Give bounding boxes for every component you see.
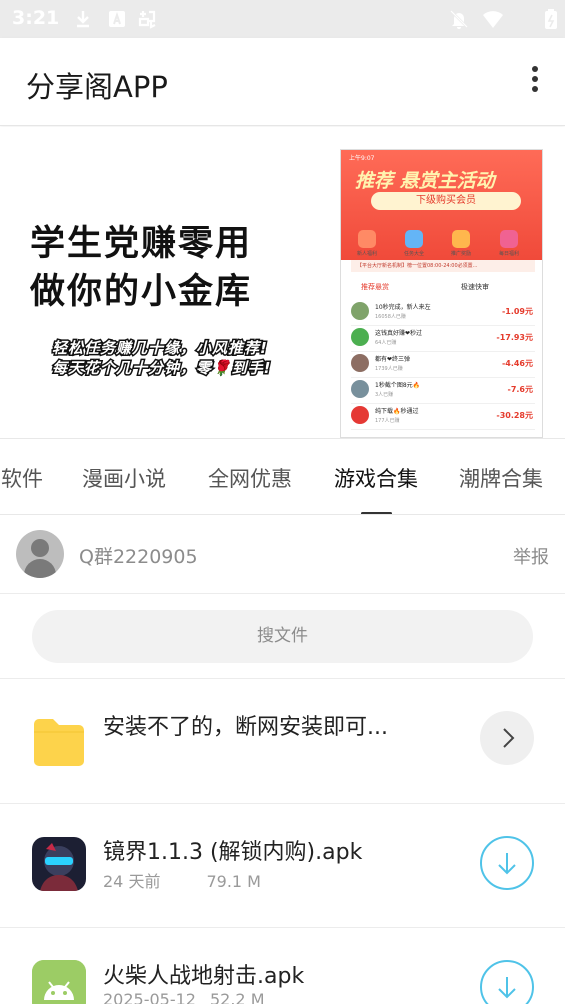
category-tabs: 软件 漫画小说 全网优惠 游戏合集 潮牌合集 bbox=[0, 438, 565, 515]
avatar[interactable] bbox=[16, 530, 64, 578]
phone-category: 每日福利 bbox=[491, 230, 527, 257]
tab-software[interactable]: 软件 bbox=[1, 463, 43, 493]
phone-tab-2: 极速快审 bbox=[461, 283, 489, 291]
file-date: 24 天前 bbox=[103, 872, 161, 891]
phone-category: 新人福利 bbox=[349, 230, 385, 257]
status-bar: 3:21 bbox=[0, 0, 565, 38]
chevron-right-icon[interactable] bbox=[480, 711, 534, 765]
download-icon[interactable] bbox=[480, 836, 534, 890]
file-title: 火柴人战地射击.apk bbox=[103, 964, 305, 989]
app-bar: 分享阁APP bbox=[0, 38, 565, 126]
file-date: 2025-05-12 bbox=[103, 990, 196, 1004]
phone-task-row: 都有❤终三弹 1739人已赚 -4.46元 bbox=[351, 352, 535, 378]
phone-promo-title: 推荐 悬赏主活动 bbox=[355, 170, 495, 192]
phone-time: 上午9:07 bbox=[349, 155, 375, 162]
uploader-name[interactable]: Q群2220905 bbox=[79, 542, 198, 569]
ghost-icon bbox=[136, 8, 162, 30]
phone-tabs: 推荐悬赏 极速快审 bbox=[351, 282, 535, 296]
uploader-row: Q群2220905 举报 bbox=[0, 515, 565, 594]
folder-row[interactable]: 安装不了的，断网安装即可... bbox=[0, 679, 565, 804]
phone-task-row: 纯下载🔥秒通过 177人已赚 -30.28元 bbox=[351, 404, 535, 430]
file-meta: 24 天前 79.1 M bbox=[103, 868, 261, 892]
phone-tab-1: 推荐悬赏 bbox=[361, 283, 389, 291]
status-time: 3:21 bbox=[12, 7, 60, 29]
banner-subline-2: 每天花个几十分钟，零🌹到手! bbox=[51, 358, 273, 379]
phone-task-row: 这钱真好赚❤秒过 64人已赚 -17.93元 bbox=[351, 326, 535, 352]
phone-notice: 【平台大厅新名机制】榜一位置08:00-24:00必须置... bbox=[351, 260, 535, 272]
download-icon bbox=[72, 8, 94, 30]
banner-subline-1: 轻松任务赚几十缘，小风推荐! bbox=[51, 338, 269, 359]
search-area: 搜文件 bbox=[0, 594, 565, 679]
file-row[interactable]: 镜界1.1.3 (解锁内购).apk 24 天前 79.1 M bbox=[0, 804, 565, 928]
file-size: 79.1 M bbox=[206, 872, 261, 891]
file-size: 52.2 M bbox=[209, 990, 265, 1004]
phone-vip-strip: 下级购买会员 bbox=[371, 192, 521, 210]
app-title: 分享阁APP bbox=[26, 70, 168, 104]
bell-off-icon bbox=[448, 8, 470, 30]
tab-comics-novels[interactable]: 漫画小说 bbox=[82, 463, 166, 493]
more-vertical-icon[interactable] bbox=[527, 66, 543, 98]
phone-task-row: 1秒截个图8元🔥 3人已赚 -7.6元 bbox=[351, 378, 535, 404]
tab-deals[interactable]: 全网优惠 bbox=[208, 463, 292, 493]
wifi-icon bbox=[482, 8, 508, 30]
tab-games[interactable]: 游戏合集 bbox=[334, 463, 418, 493]
banner-phone-mockup: 上午9:07 推荐 悬赏主活动 下级购买会员 新人福利 任务大全 推广奖励 每日… bbox=[340, 149, 543, 438]
phone-task-row: 10秒完成，新人来左 16058人已赚 -1.09元 bbox=[351, 300, 535, 326]
search-input[interactable]: 搜文件 bbox=[32, 610, 533, 663]
banner-headline-1: 学生党赚零用 bbox=[30, 224, 253, 264]
android-icon bbox=[32, 960, 86, 1004]
banner-headline-2: 做你的小金库 bbox=[30, 272, 253, 312]
promo-banner[interactable]: 学生党赚零用 做你的小金库 轻松任务赚几十缘，小风推荐! 每天花个几十分钟，零🌹… bbox=[0, 127, 565, 438]
folder-icon bbox=[32, 716, 86, 766]
battery-icon bbox=[540, 8, 557, 30]
file-meta: 2025-05-12 52.2 M bbox=[103, 990, 265, 1004]
file-row[interactable]: 火柴人战地射击.apk 2025-05-12 52.2 M bbox=[0, 928, 565, 1004]
file-title: 镜界1.1.3 (解锁内购).apk bbox=[103, 840, 363, 865]
a-box-icon bbox=[106, 8, 128, 30]
phone-category: 任务大全 bbox=[396, 230, 432, 257]
report-button[interactable]: 举报 bbox=[513, 543, 549, 569]
game-character-icon bbox=[32, 837, 86, 891]
tab-trendy-brands[interactable]: 潮牌合集 bbox=[459, 463, 543, 493]
download-icon[interactable] bbox=[480, 960, 534, 1004]
folder-title: 安装不了的，断网安装即可... bbox=[103, 715, 388, 740]
phone-category: 推广奖励 bbox=[443, 230, 479, 257]
